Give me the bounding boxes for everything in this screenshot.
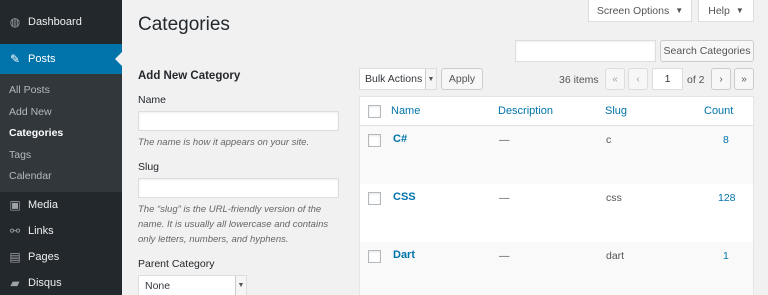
search-categories-button[interactable]: Search Categories (660, 40, 754, 62)
dashboard-icon: ◍ (9, 15, 21, 29)
parent-category-label: Parent Category (138, 258, 215, 270)
parent-category-select[interactable]: None ▼ (138, 275, 247, 295)
row-checkbox[interactable] (368, 250, 381, 263)
name-field[interactable] (138, 111, 339, 131)
table-header: Name Description Slug Count (360, 97, 753, 126)
submenu-add-new[interactable]: Add New (0, 102, 122, 124)
pages-icon: ▤ (9, 249, 21, 264)
select-all-checkbox[interactable] (368, 105, 381, 118)
items-count: 36 items (559, 74, 599, 86)
screen-options-label: Screen Options (596, 4, 670, 17)
category-name-link[interactable]: CSS (393, 191, 416, 203)
category-name-link[interactable]: C# (393, 133, 407, 145)
category-count-link[interactable]: 1 (723, 250, 729, 262)
submenu-all-posts[interactable]: All Posts (0, 80, 122, 102)
chevron-down-icon: ▼ (425, 69, 436, 89)
sidebar-item-label: Pages (28, 250, 60, 263)
pin-icon: ✎ (9, 52, 21, 66)
categories-table: Name Description Slug Count C# — c 8 CSS… (359, 96, 754, 295)
column-slug[interactable]: Slug (605, 105, 627, 117)
row-checkbox[interactable] (368, 134, 381, 147)
help-button[interactable]: Help ▼ (698, 0, 754, 22)
chevron-down-icon: ▼ (235, 276, 246, 295)
sidebar-item-label: Disqus (28, 276, 62, 289)
submenu-calendar[interactable]: Calendar (0, 166, 122, 188)
slug-label: Slug (138, 161, 160, 173)
name-description: The name is how it appears on your site. (138, 137, 310, 148)
sidebar-item-media[interactable]: ▣ Media (0, 192, 122, 218)
link-icon: ⚯ (9, 223, 21, 238)
sidebar-item-posts[interactable]: ✎ Posts (0, 44, 122, 74)
screen-options-button[interactable]: Screen Options ▼ (588, 0, 692, 22)
table-row: C# — c 8 (360, 126, 753, 184)
sidebar-item-links[interactable]: ⚯ Links (0, 218, 122, 244)
form-heading: Add New Category (138, 70, 241, 82)
bulk-actions-value: Bulk Actions (365, 73, 423, 85)
category-count-link[interactable]: 128 (718, 192, 736, 204)
sidebar-item-label: Media (28, 198, 58, 211)
category-description: — (499, 134, 510, 146)
sidebar-item-pages[interactable]: ▤ Pages (0, 244, 122, 270)
posts-submenu: All Posts Add New Categories Tags Calend… (0, 74, 122, 192)
category-name-link[interactable]: Dart (393, 249, 415, 261)
current-page-input[interactable]: 1 (652, 68, 683, 90)
slug-field[interactable] (138, 178, 339, 198)
category-description: — (499, 250, 510, 262)
column-name[interactable]: Name (391, 105, 420, 117)
help-label: Help (708, 4, 730, 17)
add-category-form: Add New Category Name The name is how it… (138, 70, 340, 295)
caret-down-icon: ▼ (735, 6, 744, 15)
row-checkbox[interactable] (368, 192, 381, 205)
column-count[interactable]: Count (704, 105, 733, 117)
search-input[interactable] (515, 40, 656, 62)
caret-down-icon: ▼ (675, 6, 684, 15)
category-slug: dart (606, 250, 625, 262)
sidebar-item-dashboard[interactable]: ◍ Dashboard (0, 0, 122, 44)
category-slug: css (606, 192, 622, 204)
page-title: Categories (138, 14, 230, 35)
sidebar-item-label: Dashboard (28, 16, 82, 28)
category-slug: c (606, 134, 612, 146)
category-description: — (499, 192, 510, 204)
apply-button[interactable]: Apply (441, 68, 483, 90)
name-label: Name (138, 94, 167, 106)
bulk-actions-select[interactable]: Bulk Actions ▼ (359, 68, 437, 90)
admin-sidebar: ◍ Dashboard ✎ Posts All Posts Add New Ca… (0, 0, 122, 295)
category-count-link[interactable]: 8 (723, 134, 729, 146)
sidebar-item-label: Links (28, 224, 54, 237)
table-row: CSS — css 128 (360, 184, 753, 242)
next-page-button[interactable]: › (711, 68, 731, 90)
prev-page-button[interactable]: ‹ (628, 68, 648, 90)
total-pages: of 2 (687, 74, 705, 86)
submenu-categories[interactable]: Categories (0, 123, 122, 145)
last-page-button[interactable]: » (734, 68, 754, 90)
first-page-button[interactable]: « (605, 68, 625, 90)
table-row: Dart — dart 1 (360, 242, 753, 295)
sidebar-item-label: Posts (28, 53, 56, 65)
submenu-tags[interactable]: Tags (0, 145, 122, 167)
comment-icon: ▰ (10, 275, 20, 290)
parent-category-value: None (145, 279, 171, 292)
sidebar-item-disqus[interactable]: ▰ Disqus (0, 270, 122, 295)
slug-description: The “slug” is the URL-friendly version o… (138, 204, 329, 245)
media-icon: ▣ (9, 197, 21, 212)
column-description[interactable]: Description (498, 105, 553, 117)
